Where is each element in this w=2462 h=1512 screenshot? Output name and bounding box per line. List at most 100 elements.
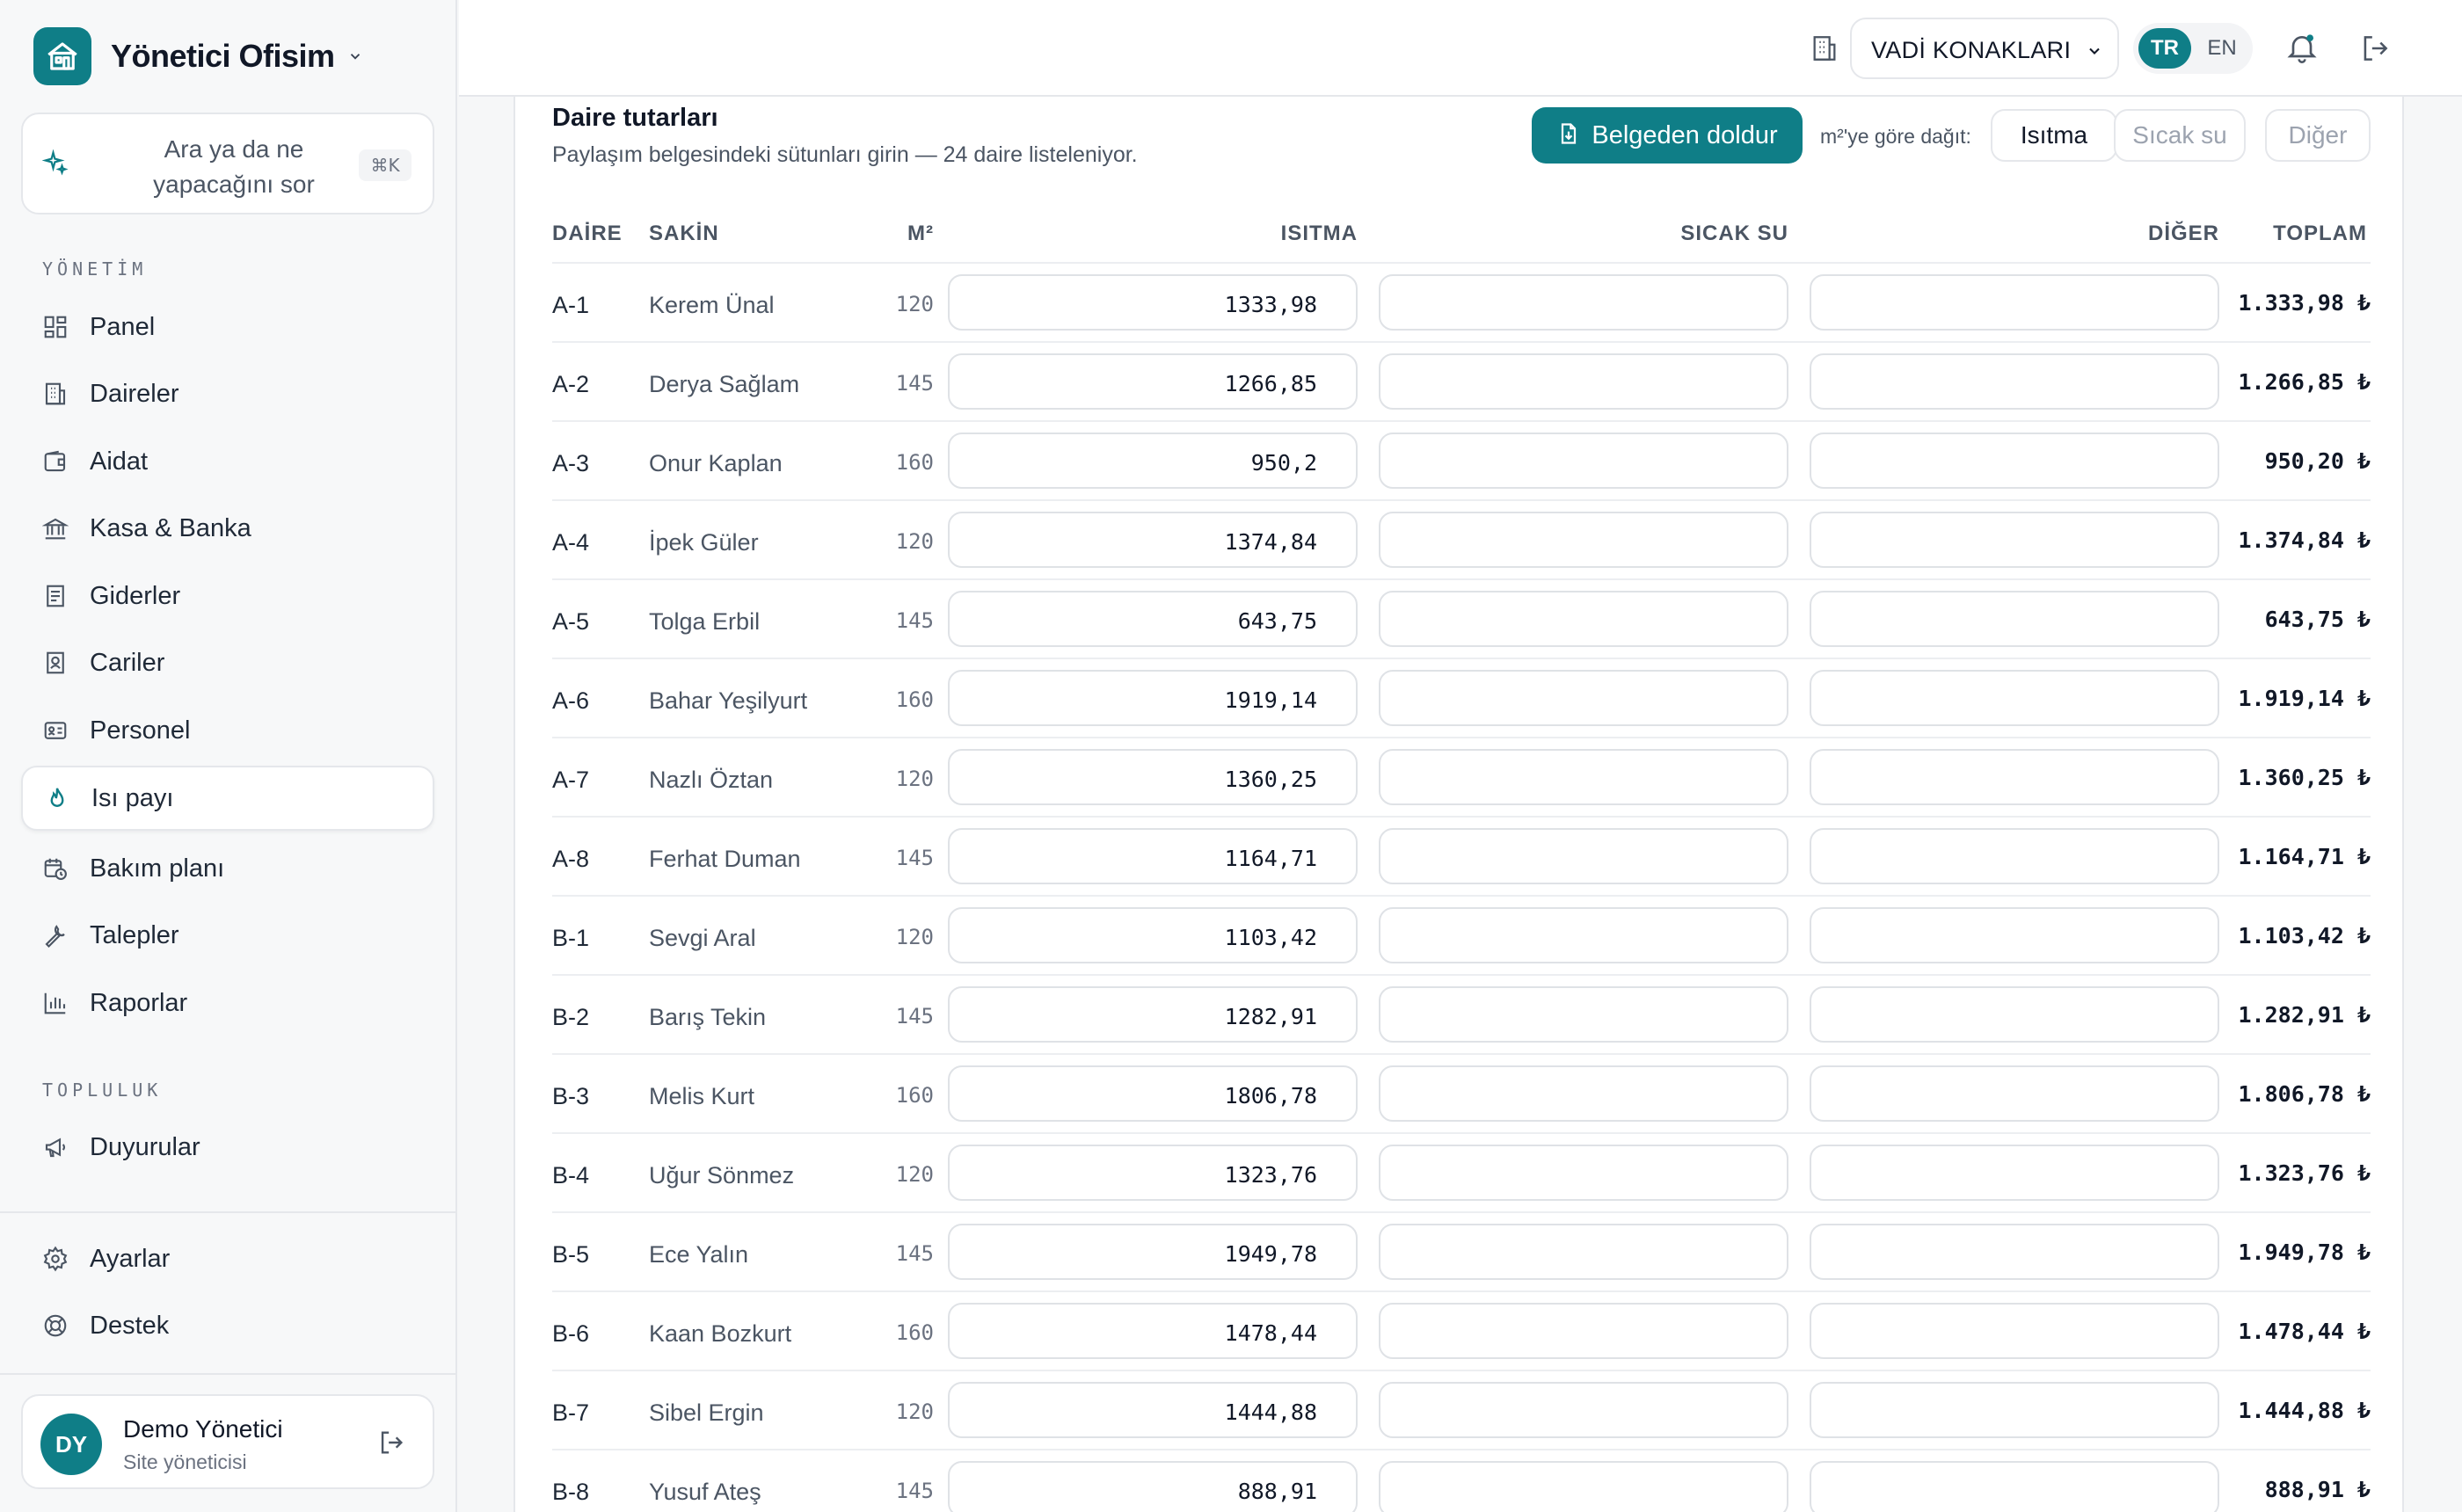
chevron-down-icon[interactable] (347, 48, 363, 69)
heating-input[interactable]: 1806,78 (948, 1065, 1358, 1122)
sidebar-item-ayarlar[interactable]: Ayarlar (21, 1226, 434, 1291)
other-input[interactable] (1810, 907, 2219, 963)
id-card-icon (40, 716, 70, 745)
heating-input[interactable]: 1444,88 (948, 1382, 1358, 1438)
brand[interactable]: Yönetici Ofisim (33, 26, 363, 86)
sidebar-item-aidat[interactable]: Aidat (21, 429, 434, 494)
heating-input[interactable]: 1323,76 (948, 1145, 1358, 1201)
table-row: A-8 Ferhat Duman 145 1164,71 1.164,71 ₺ (552, 818, 2371, 897)
heating-input[interactable]: 1164,71 (948, 828, 1358, 884)
sidebar-item-giderler[interactable]: Giderler (21, 563, 434, 629)
heating-input[interactable]: 643,75 (948, 591, 1358, 647)
sidebar-item-destek[interactable]: Destek (21, 1293, 434, 1358)
sidebar-item-isi-payi[interactable]: Isı payı (21, 766, 434, 831)
sidebar-item-bakim-plani[interactable]: Bakım planı (21, 836, 434, 901)
resident-cell: Kaan Bozkurt (649, 1320, 792, 1347)
distribute-label: m²'ye göre dağıt: (1820, 125, 1971, 148)
column-header-resident: SAKİN (649, 222, 719, 245)
other-input[interactable] (1810, 353, 2219, 410)
hot-water-input[interactable] (1379, 828, 1788, 884)
table-row: B-7 Sibel Ergin 120 1444,88 1.444,88 ₺ (552, 1371, 2371, 1450)
distribute-hot-water-chip[interactable]: Sıcak su (2114, 109, 2246, 162)
hot-water-input[interactable] (1379, 1461, 1788, 1512)
distribute-heating-chip[interactable]: Isıtma (1991, 109, 2117, 162)
other-input[interactable] (1810, 828, 2219, 884)
user-card[interactable]: DY Demo Yönetici Site yöneticisi (21, 1394, 434, 1489)
hot-water-input[interactable] (1379, 1382, 1788, 1438)
unit-cell: A-7 (552, 767, 590, 793)
other-input[interactable] (1810, 749, 2219, 805)
heating-input[interactable]: 1282,91 (948, 986, 1358, 1043)
user-role: Site yöneticisi (123, 1450, 247, 1473)
logout-icon[interactable] (376, 1428, 406, 1462)
unit-cell: B-4 (552, 1162, 590, 1189)
sidebar-item-talepler[interactable]: Talepler (21, 903, 434, 968)
table-row: B-4 Uğur Sönmez 120 1323,76 1.323,76 ₺ (552, 1134, 2371, 1213)
hot-water-input[interactable] (1379, 591, 1788, 647)
heating-input[interactable]: 950,2 (948, 433, 1358, 489)
sidebar-item-raporlar[interactable]: Raporlar (21, 970, 434, 1036)
hot-water-input[interactable] (1379, 353, 1788, 410)
table-row: A-1 Kerem Ünal 120 1333,98 1.333,98 ₺ (552, 264, 2371, 343)
lang-tr-button[interactable]: TR (2138, 28, 2191, 69)
heating-input[interactable]: 1478,44 (948, 1303, 1358, 1359)
sidebar-item-daireler[interactable]: Daireler (21, 361, 434, 426)
hot-water-input[interactable] (1379, 512, 1788, 568)
table-row: B-5 Ece Yalın 145 1949,78 1.949,78 ₺ (552, 1213, 2371, 1292)
hot-water-input[interactable] (1379, 1065, 1788, 1122)
building-icon (1810, 33, 1839, 68)
other-input[interactable] (1810, 512, 2219, 568)
other-input[interactable] (1810, 433, 2219, 489)
total-cell: 1.478,44 ₺ (2238, 1319, 2371, 1344)
hot-water-input[interactable] (1379, 274, 1788, 331)
heating-input[interactable]: 1374,84 (948, 512, 1358, 568)
hot-water-input[interactable] (1379, 670, 1788, 726)
heating-input[interactable]: 1103,42 (948, 907, 1358, 963)
hot-water-input[interactable] (1379, 986, 1788, 1043)
sidebar-item-kasa-banka[interactable]: Kasa & Banka (21, 496, 434, 561)
table-row: A-2 Derya Sağlam 145 1266,85 1.266,85 ₺ (552, 343, 2371, 422)
sidebar-item-personel[interactable]: Personel (21, 698, 434, 763)
sidebar-item-duyurular[interactable]: Duyurular (21, 1115, 434, 1180)
sidebar-item-cariler[interactable]: Cariler (21, 630, 434, 695)
bell-icon[interactable] (2284, 30, 2320, 69)
distribute-other-chip[interactable]: Diğer (2265, 109, 2371, 162)
heating-input[interactable]: 1949,78 (948, 1224, 1358, 1280)
hot-water-input[interactable] (1379, 433, 1788, 489)
heating-input[interactable]: 1333,98 (948, 274, 1358, 331)
other-input[interactable] (1810, 1303, 2219, 1359)
site-select[interactable]: VADİ KONAKLARI (1850, 18, 2119, 79)
sidebar-item-label: Ayarlar (90, 1244, 171, 1273)
hot-water-input[interactable] (1379, 907, 1788, 963)
hot-water-input[interactable] (1379, 1145, 1788, 1201)
unit-cell: B-2 (552, 1004, 590, 1030)
fill-button-label: Belgeden doldur (1592, 120, 1778, 149)
hot-water-input[interactable] (1379, 749, 1788, 805)
other-input[interactable] (1810, 274, 2219, 331)
fill-from-document-button[interactable]: Belgeden doldur (1532, 107, 1803, 164)
other-input[interactable] (1810, 1065, 2219, 1122)
other-input[interactable] (1810, 986, 2219, 1043)
column-header-unit: DAİRE (552, 222, 623, 245)
heating-value: 1919,14 (1224, 687, 1317, 713)
hot-water-input[interactable] (1379, 1224, 1788, 1280)
sidebar-divider (0, 1211, 457, 1213)
other-input[interactable] (1810, 1382, 2219, 1438)
ask-search-box[interactable]: Ara ya da ne yapacağını sor ⌘K (21, 113, 434, 214)
hot-water-input[interactable] (1379, 1303, 1788, 1359)
heating-input[interactable]: 1360,25 (948, 749, 1358, 805)
lang-en-button[interactable]: EN (2196, 28, 2247, 69)
heating-input[interactable]: 1266,85 (948, 353, 1358, 410)
sidebar-item-panel[interactable]: Panel (21, 294, 434, 360)
other-input[interactable] (1810, 591, 2219, 647)
logout-icon[interactable] (2358, 32, 2392, 69)
other-input[interactable] (1810, 1145, 2219, 1201)
heating-value: 1323,76 (1224, 1162, 1317, 1188)
other-input[interactable] (1810, 1461, 2219, 1512)
heating-input[interactable]: 1919,14 (948, 670, 1358, 726)
other-input[interactable] (1810, 1224, 2219, 1280)
heating-input[interactable]: 888,91 (948, 1461, 1358, 1512)
avatar: DY (40, 1414, 102, 1475)
column-header-hot-water: SICAK SU (1680, 222, 1788, 245)
other-input[interactable] (1810, 670, 2219, 726)
